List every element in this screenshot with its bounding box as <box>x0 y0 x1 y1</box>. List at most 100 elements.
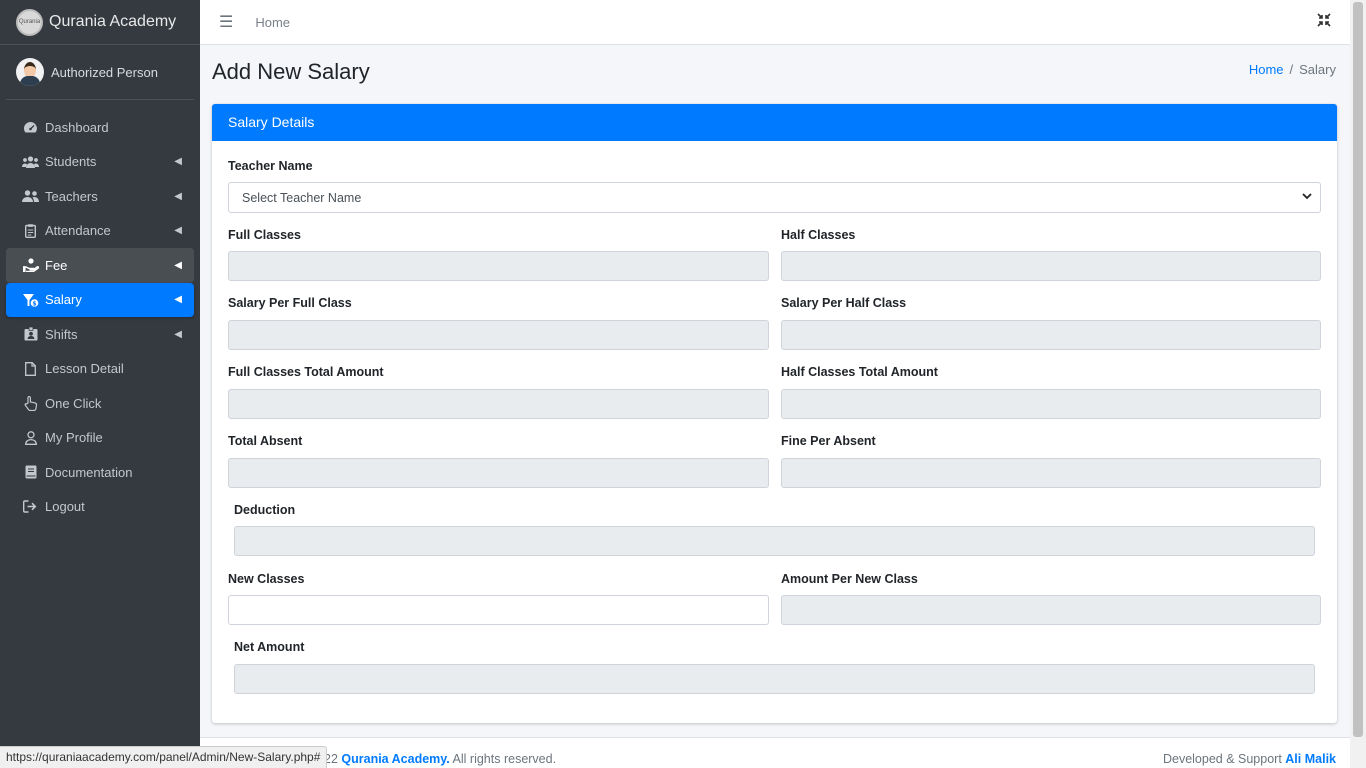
sidebar-item-students[interactable]: Students ◀ <box>6 145 194 180</box>
breadcrumb-separator: / <box>1289 62 1294 77</box>
breadcrumb-home-link[interactable]: Home <box>1249 62 1284 77</box>
footer-credit-text: Developed & Support <box>1162 752 1286 766</box>
total-absent-input[interactable] <box>228 458 769 488</box>
sidebar-item-documentation[interactable]: Documentation <box>6 455 194 490</box>
fine-per-absent-label: Fine Per Absent <box>781 434 876 448</box>
user-icon <box>22 430 39 445</box>
user-name: Authorized Person <box>51 64 158 80</box>
menu-toggle-icon[interactable]: ☰ <box>219 12 233 32</box>
total-absent-group: Total Absent <box>228 434 302 448</box>
sidebar-item-label: Dashboard <box>45 119 109 135</box>
new-classes-label: New Classes <box>228 572 305 586</box>
sidebar-item-salary[interactable]: $ Salary ◀ <box>6 282 194 317</box>
chevron-down-icon <box>1302 190 1312 205</box>
sidebar-item-label: Teachers <box>45 188 98 204</box>
chevron-left-icon: ◀ <box>174 259 182 271</box>
deduction-label: Deduction <box>234 503 296 517</box>
fine-per-absent-input[interactable] <box>781 458 1321 488</box>
new-classes-group: New Classes <box>228 572 304 586</box>
sidebar-item-my-profile[interactable]: My Profile <box>6 421 194 456</box>
sidebar-item-one-click[interactable]: One Click <box>6 386 194 421</box>
footer: 22 Qurania Academy. All rights reserved.… <box>200 737 1350 768</box>
sidebar-item-shifts[interactable]: Shifts ◀ <box>6 317 194 352</box>
sidebar-item-dashboard[interactable]: Dashboard <box>6 110 194 145</box>
half-classes-label: Half Classes <box>781 228 856 242</box>
sidebar-item-label: Fee <box>45 257 68 273</box>
full-total-input[interactable] <box>228 389 769 419</box>
hand-pointer-icon <box>22 395 39 411</box>
full-total-group: Full Classes Total Amount <box>228 365 384 379</box>
half-total-group: Half Classes Total Amount <box>781 365 938 379</box>
chevron-left-icon: ◀ <box>174 328 182 340</box>
sidebar-item-label: Attendance <box>45 223 111 239</box>
sidebar-item-teachers[interactable]: Teachers ◀ <box>6 179 194 214</box>
salary-details-card: Salary Details Teacher Name Select Teach… <box>212 104 1337 723</box>
salary-per-half-input[interactable] <box>781 320 1321 350</box>
half-total-input[interactable] <box>781 389 1321 419</box>
half-total-label: Half Classes Total Amount <box>781 365 938 379</box>
sidebar-item-label: One Click <box>45 395 102 411</box>
salary-per-half-label: Salary Per Half Class <box>781 296 907 310</box>
net-amount-input[interactable] <box>234 664 1315 694</box>
salary-per-half-group: Salary Per Half Class <box>781 296 906 310</box>
chevron-left-icon: ◀ <box>174 225 182 237</box>
content-wrapper: Add New Salary Home / Salary Salary Detail… <box>200 45 1350 768</box>
new-classes-input[interactable] <box>228 595 769 625</box>
scrollbar[interactable] <box>1350 0 1366 768</box>
sidebar-item-fee[interactable]: Fee ◀ <box>6 248 194 283</box>
amount-per-new-label: Amount Per New Class <box>781 572 918 586</box>
card-header: Salary Details <box>212 104 1337 141</box>
money-sign-icon: $ <box>22 293 39 307</box>
sign-out-icon <box>22 500 39 513</box>
sidebar-item-label: Students <box>45 154 97 170</box>
page-title: Add New Salary <box>212 59 370 84</box>
brand-link[interactable]: Qurania Qurania Academy <box>0 0 200 45</box>
salary-per-full-input[interactable] <box>228 320 769 350</box>
sidebar-item-label: Documentation <box>45 464 133 480</box>
top-navbar: ☰ Home <box>200 0 1350 45</box>
footer-rights: All rights reserved. <box>449 752 557 766</box>
half-classes-input[interactable] <box>781 251 1321 281</box>
compress-icon[interactable] <box>1317 13 1331 31</box>
footer-author-link[interactable]: Ali Malik <box>1285 752 1336 766</box>
breadcrumb-current: Salary <box>1299 62 1336 77</box>
deduction-group: Deduction <box>234 503 295 517</box>
total-absent-label: Total Absent <box>228 434 303 448</box>
footer-brand-link[interactable]: Qurania Academy. <box>341 752 449 766</box>
sidebar-item-label: Shifts <box>45 326 78 342</box>
half-classes-group: Half Classes <box>781 228 855 242</box>
sidebar-item-logout[interactable]: Logout <box>6 490 194 525</box>
users-icon <box>22 156 39 168</box>
net-amount-label: Net Amount <box>234 640 305 654</box>
top-home-link[interactable]: Home <box>255 15 290 30</box>
brand-logo: Qurania <box>16 8 43 36</box>
hand-holding-icon <box>22 258 39 273</box>
amount-per-new-group: Amount Per New Class <box>781 572 918 586</box>
brand-name: Qurania Academy <box>49 13 177 30</box>
sidebar-item-attendance[interactable]: Attendance ◀ <box>6 214 194 249</box>
salary-per-full-group: Salary Per Full Class <box>228 296 352 310</box>
amount-per-new-input[interactable] <box>781 595 1321 625</box>
sidebar-item-label: Logout <box>45 499 85 515</box>
clipboard-icon <box>22 224 39 238</box>
book-icon <box>22 465 39 479</box>
chevron-left-icon: ◀ <box>174 156 182 168</box>
sidebar: Qurania Qurania Academy Authorized Perso… <box>0 0 200 768</box>
full-classes-input[interactable] <box>228 251 769 281</box>
sidebar-item-lesson-detail[interactable]: Lesson Detail <box>6 352 194 387</box>
sidebar-item-label: Salary <box>45 292 82 308</box>
teacher-select-value: Select Teacher Name <box>242 190 362 205</box>
sidebar-nav: Dashboard Students ◀ Teachers ◀ Attendan… <box>0 100 200 524</box>
deduction-input[interactable] <box>234 526 1315 556</box>
teacher-name-select[interactable]: Select Teacher Name <box>228 182 1321 213</box>
user-friends-icon <box>22 190 39 203</box>
teacher-name-group: Teacher Name <box>228 159 313 173</box>
user-panel[interactable]: Authorized Person <box>6 45 194 100</box>
scrollbar-thumb[interactable] <box>1353 2 1363 737</box>
breadcrumb: Home / Salary <box>1249 62 1336 77</box>
full-classes-label: Full Classes <box>228 228 301 242</box>
footer-credit: Developed & Support Ali Malik <box>1163 752 1336 766</box>
sidebar-item-label: Lesson Detail <box>45 361 124 377</box>
svg-text:$: $ <box>32 300 36 307</box>
avatar <box>16 58 44 86</box>
